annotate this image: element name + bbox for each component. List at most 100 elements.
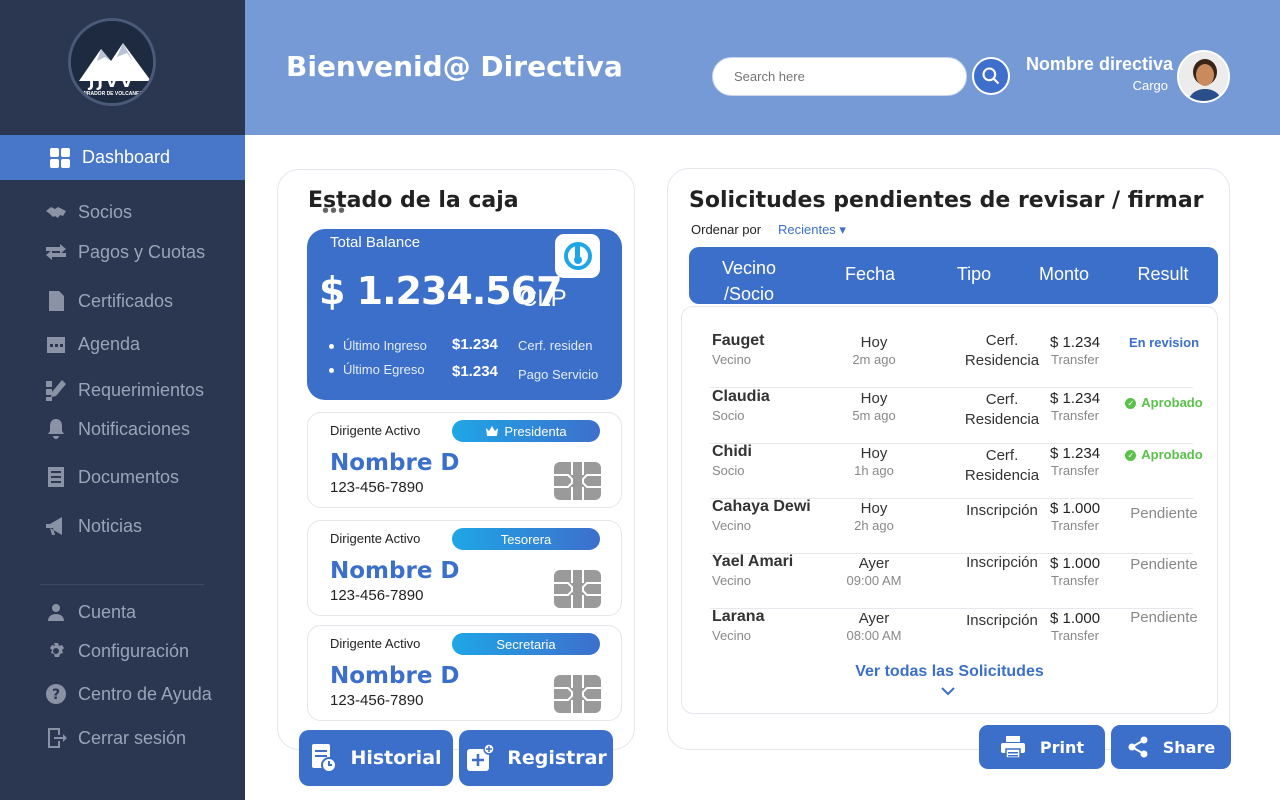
table-row[interactable]: Fauget Vecino Hoy 2m ago Cerf. Residencia… <box>710 330 1199 388</box>
nav-configuracion[interactable]: Configuración <box>44 639 189 663</box>
row-day: Ayer <box>858 555 890 572</box>
ingreso-desc: Cerf. residen <box>518 338 593 353</box>
nav-socios-label: Socios <box>78 201 133 222</box>
nav-configuracion-label: Configuración <box>78 640 190 661</box>
calendar-icon <box>47 337 65 353</box>
status-badge: Pendiente <box>1130 556 1198 573</box>
col-monto[interactable]: Monto <box>1022 264 1106 285</box>
role-badge: Secretaria <box>452 633 600 655</box>
print-button[interactable]: Print <box>979 725 1105 769</box>
row-name: Cahaya Dewi <box>712 498 811 515</box>
check-icon: ✓ <box>1125 398 1137 410</box>
role-badge: Tesorera <box>452 528 600 550</box>
chip-icon <box>554 675 601 713</box>
top-header: Bienvenid@ Directiva Nombre directiva Ca… <box>245 0 1280 135</box>
share-button[interactable]: Share <box>1111 725 1231 769</box>
nav-cuenta[interactable]: Cuenta <box>44 600 136 624</box>
table-row[interactable]: Chidi Socio Hoy 1h ago Cerf. Residencia $… <box>710 441 1203 499</box>
nav-notificaciones-label: Notificaciones <box>78 418 191 439</box>
table-row[interactable]: Claudia Socio Hoy 5m ago Cerf. Residencia… <box>710 386 1203 444</box>
table-header: Vecino /Socio Fecha Tipo Monto Result <box>689 247 1218 304</box>
col-vecino[interactable]: Vecino /Socio <box>703 255 795 307</box>
egreso-desc: Pago Servicio <box>518 367 599 382</box>
row-name: Fauget <box>712 332 765 349</box>
col-result[interactable]: Result <box>1122 264 1204 285</box>
dirigente-card[interactable]: Dirigente Activo Presidenta Nombre D 123… <box>307 412 622 508</box>
dirigente-name: Nombre D <box>330 663 460 689</box>
role-badge: Presidenta <box>452 420 600 442</box>
sidebar: JJVV MIRADOR DE VOLCANES Dashboard Socio… <box>0 0 245 800</box>
historial-button[interactable]: Historial <box>299 730 453 786</box>
search-button[interactable] <box>972 57 1010 95</box>
history-icon <box>312 744 338 773</box>
nav-pagos[interactable]: Pagos y Cuotas <box>44 240 205 264</box>
bell-icon <box>48 419 64 439</box>
nav-cerrar-sesion[interactable]: Cerrar sesión <box>44 726 186 750</box>
dirigente-phone: 123-456-7890 <box>330 587 424 604</box>
logo-title: JJVV <box>88 73 136 91</box>
registrar-button[interactable]: Registrar <box>459 730 613 786</box>
chip-icon <box>554 570 601 608</box>
egreso-value: $1.234 <box>452 363 498 380</box>
nav-requerimientos[interactable]: Requerimientos <box>44 378 204 402</box>
add-document-icon <box>467 743 495 771</box>
status-badge: Pendiente <box>1130 609 1198 626</box>
logo-subtitle: MIRADOR DE VOLCANES <box>81 91 143 97</box>
nav-dashboard[interactable]: Dashboard <box>0 135 245 180</box>
help-icon: ? <box>46 684 66 704</box>
document-icon <box>49 291 64 311</box>
nav-documentos[interactable]: Documentos <box>44 465 179 489</box>
row-transfer: Transfer <box>1051 352 1099 367</box>
search-input[interactable] <box>712 57 967 96</box>
dirigente-phone: 123-456-7890 <box>330 692 424 709</box>
printer-icon <box>1000 736 1025 759</box>
user-name: Nombre directiva <box>1025 54 1173 74</box>
row-name: Claudia <box>712 388 770 405</box>
row-time: 2h ago <box>854 518 894 533</box>
solicitudes-title: Solicitudes pendientes de revisar / firm… <box>689 188 1204 213</box>
row-transfer: Transfer <box>1051 628 1099 643</box>
dirigente-name: Nombre D <box>330 558 460 584</box>
table-row[interactable]: Larana Vecino Ayer 08:00 AM Inscripción … <box>710 606 1198 661</box>
table-row[interactable]: Yael Amari Vecino Ayer 09:00 AM Inscripc… <box>710 551 1198 609</box>
nav-socios[interactable]: Socios <box>44 200 132 224</box>
share-icon <box>1128 736 1148 758</box>
chevron-down-icon[interactable] <box>940 686 956 696</box>
crown-icon <box>486 426 499 436</box>
dirigente-name: Nombre D <box>330 450 460 476</box>
col-tipo[interactable]: Tipo <box>934 264 1014 285</box>
col-fecha[interactable]: Fecha <box>829 264 911 285</box>
row-name: Larana <box>712 608 765 625</box>
dirigente-card[interactable]: Dirigente Activo Secretaria Nombre D 123… <box>307 625 622 721</box>
row-amount: $ 1.234 <box>1050 390 1101 407</box>
search-icon <box>982 67 1000 85</box>
nav-documentos-label: Documentos <box>78 466 180 487</box>
row-transfer: Transfer <box>1051 463 1099 478</box>
ingreso-label: Último Ingreso <box>329 338 427 353</box>
row-name: Chidi <box>712 443 752 460</box>
avatar[interactable] <box>1177 50 1230 103</box>
sort-dropdown[interactable]: Recientes ▾ <box>778 222 846 238</box>
bank-logo-icon <box>555 234 600 278</box>
nav-centro-ayuda[interactable]: ? Centro de Ayuda <box>44 682 212 706</box>
sort-label: Ordenar por <box>691 222 762 237</box>
balance-label: Total Balance <box>330 234 421 251</box>
table-row[interactable]: Cahaya Dewi Vecino Hoy 2h ago Inscripció… <box>710 496 1198 554</box>
nav-noticias[interactable]: Noticias <box>44 514 142 538</box>
nav-cerrar-sesion-label: Cerrar sesión <box>78 727 187 748</box>
row-member-type: Vecino <box>712 628 752 643</box>
view-all-link[interactable]: Ver todas las Solicitudes <box>681 663 1218 681</box>
list-document-icon <box>48 467 64 487</box>
dirigente-card[interactable]: Dirigente Activo Tesorera Nombre D 123-4… <box>307 520 622 616</box>
handshake-icon <box>46 207 66 218</box>
row-amount: $ 1.000 <box>1050 610 1101 627</box>
row-day: Hoy <box>860 500 888 517</box>
row-transfer: Transfer <box>1051 518 1099 533</box>
checklist-icon <box>46 380 66 401</box>
nav-agenda[interactable]: Agenda <box>44 332 140 356</box>
user-role: Cargo <box>1132 78 1168 93</box>
nav-certificados[interactable]: Certificados <box>44 289 173 313</box>
row-amount: $ 1.000 <box>1050 555 1101 572</box>
nav-notificaciones[interactable]: Notificaciones <box>44 417 190 441</box>
more-options-button[interactable]: ••• <box>322 200 346 223</box>
